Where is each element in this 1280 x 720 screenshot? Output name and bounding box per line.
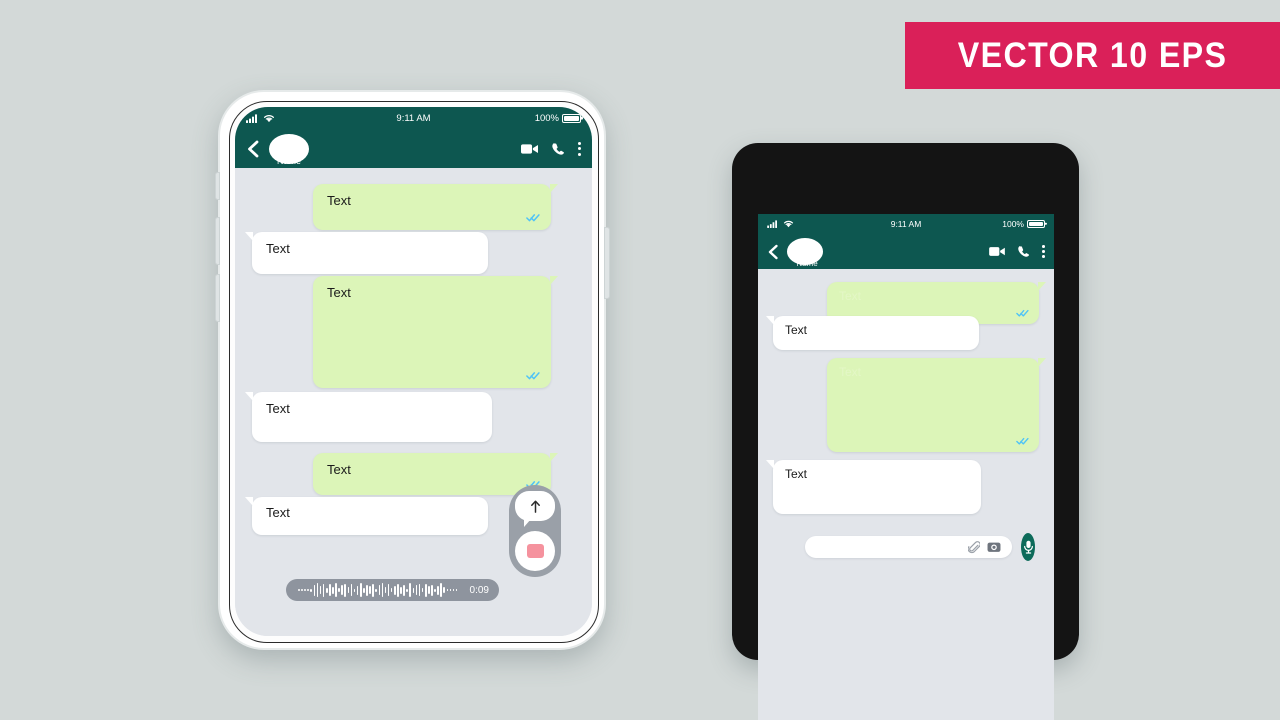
message-text: Text [327, 285, 351, 300]
message-bubble-in[interactable]: Text [766, 316, 979, 350]
status-bar-device2: 9:11 AM 100% [758, 214, 1054, 234]
device-white-phone: 9:11 AM 100% Name Text Text Text Text Te… [215, 90, 610, 650]
chat-header-actions-device1 [521, 141, 581, 156]
status-bar-time-device1: 9:11 AM [396, 112, 431, 124]
message-text: Text [327, 193, 351, 208]
double-check-icon [1016, 309, 1029, 317]
voice-record-controls [509, 485, 561, 577]
message-bubble-out[interactable]: Text [313, 184, 558, 230]
stop-record-icon[interactable] [515, 531, 555, 571]
message-text: Text [785, 323, 808, 337]
video-call-icon[interactable] [989, 246, 1006, 257]
volume-up-button[interactable] [215, 217, 220, 265]
message-bubble-out[interactable]: Text [827, 358, 1046, 452]
message-bubble-in[interactable]: Text [245, 232, 488, 274]
microphone-icon[interactable] [1021, 533, 1035, 561]
message-text: Text [785, 467, 808, 481]
silent-switch-button[interactable] [215, 172, 220, 200]
status-bar-time-device2: 9:11 AM [890, 219, 922, 229]
chat-messages-device1[interactable]: Text Text Text Text Text Text 0:09 [235, 168, 592, 636]
contact-name-device2: Name [796, 259, 818, 268]
message-text: Text [839, 365, 862, 379]
contact-name-device1: Name [276, 156, 301, 166]
send-arrow-icon[interactable] [515, 491, 555, 527]
chat-header-device2: Name [758, 234, 1054, 269]
message-bubble-out[interactable]: Text [313, 453, 558, 495]
chat-header-actions-device2 [989, 245, 1045, 258]
status-bar-device1: 9:11 AM 100% [235, 107, 592, 129]
phone-call-icon[interactable] [551, 142, 565, 156]
vector-badge-label: VECTOR 10 EPS [957, 35, 1228, 75]
device-white-phone-bezel: 9:11 AM 100% Name Text Text Text Text Te… [229, 101, 599, 643]
message-input-bar [805, 533, 1035, 561]
message-input[interactable] [805, 541, 961, 553]
battery-icon [562, 113, 581, 123]
message-text: Text [266, 505, 290, 520]
message-input-field[interactable] [805, 536, 1012, 558]
chat-messages-device2[interactable]: Text Text Text Text [758, 269, 1054, 565]
double-check-icon [526, 372, 540, 380]
message-bubble-in[interactable]: Text [245, 497, 488, 535]
more-options-icon[interactable] [1042, 245, 1045, 258]
device-black-tablet: 9:11 AM 100% Name Text Text Text Text [732, 143, 1079, 720]
voice-duration: 0:09 [469, 584, 489, 596]
battery-icon [1027, 220, 1045, 228]
audio-waveform [286, 579, 470, 601]
device-black-tablet-screen: 9:11 AM 100% Name Text Text Text Text [758, 214, 1054, 720]
phone-call-icon[interactable] [1017, 245, 1030, 258]
video-call-icon[interactable] [521, 143, 538, 155]
vector-badge: VECTOR 10 EPS [905, 22, 1280, 89]
message-text: Text [327, 462, 351, 477]
paperclip-icon[interactable] [968, 540, 980, 554]
more-options-icon[interactable] [578, 141, 581, 156]
double-check-icon [1016, 437, 1029, 445]
volume-down-button[interactable] [215, 274, 220, 322]
power-button[interactable] [604, 227, 610, 299]
back-chevron-icon[interactable] [246, 140, 260, 158]
message-bubble-in[interactable]: Text [766, 460, 981, 514]
chat-header-device1: Name [235, 129, 592, 168]
back-chevron-icon[interactable] [767, 244, 779, 260]
camera-icon[interactable] [987, 541, 1001, 553]
message-text: Text [266, 241, 290, 256]
message-text: Text [266, 401, 290, 416]
voice-waveform-pill[interactable]: 0:09 [286, 579, 499, 601]
double-check-icon [526, 214, 540, 222]
stop-square [526, 544, 544, 558]
message-text: Text [839, 289, 862, 303]
device-white-phone-screen: 9:11 AM 100% Name Text Text Text Text Te… [235, 107, 592, 636]
message-bubble-out[interactable]: Text [313, 276, 558, 388]
message-bubble-in[interactable]: Text [245, 392, 492, 442]
